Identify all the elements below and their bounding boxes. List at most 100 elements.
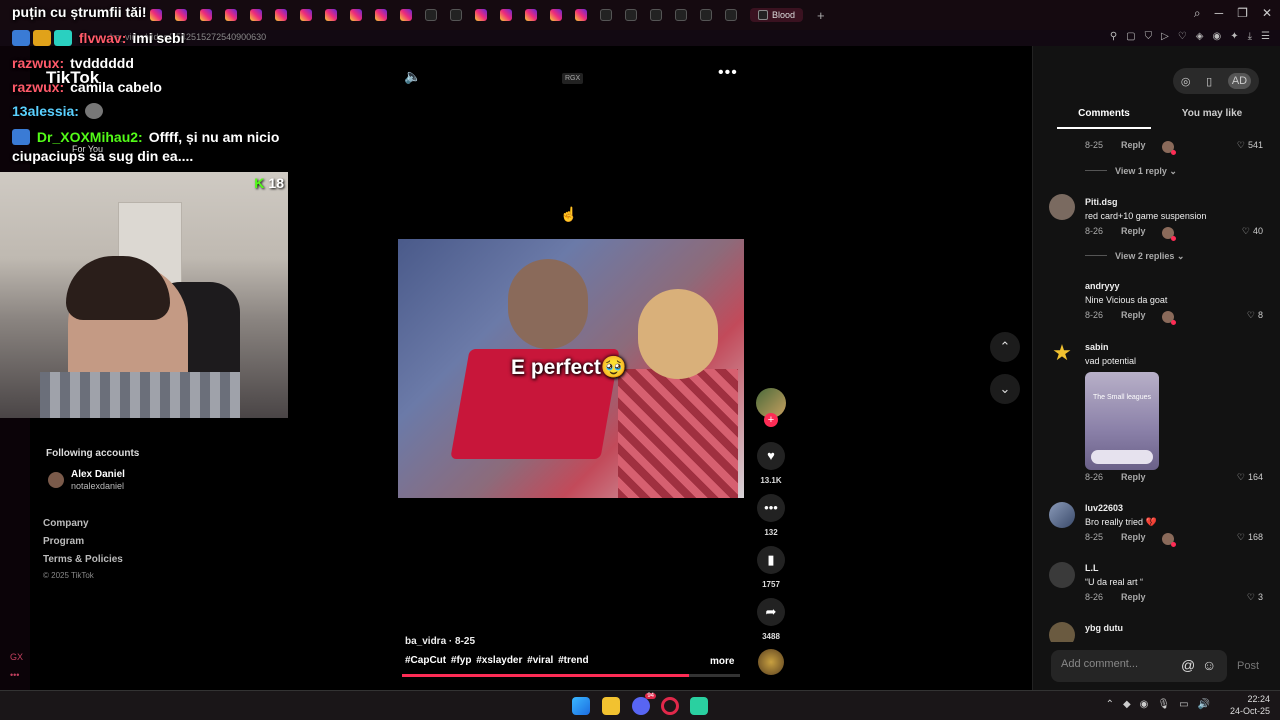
discord-icon[interactable]: 94 [632,693,656,715]
footer-link-program[interactable]: Program [43,536,84,547]
windows-start-icon[interactable] [572,697,590,715]
comment-like-button[interactable]: ♡ 168 [1237,532,1263,543]
comment-like-button[interactable]: ♡ 8 [1247,310,1263,321]
follow-button[interactable]: + [764,413,778,427]
tiktok-tab[interactable] [450,9,462,21]
discord-tray-icon[interactable]: ◉ [1140,699,1149,710]
video-hashtags[interactable]: #CapCut #fyp #xslayder #viral #trend [405,655,589,666]
account-name[interactable]: Alex Daniel [71,469,125,480]
sound-icon[interactable]: 🔈 [404,68,421,85]
reply-button[interactable]: Reply [1121,592,1146,602]
comment-username[interactable]: L.L [1085,563,1099,573]
instagram-tab[interactable] [550,9,562,21]
tray-app-icon[interactable]: ◆ [1123,699,1131,710]
video-progress-bar[interactable] [402,674,740,677]
instagram-tab[interactable] [500,9,512,21]
comment-username[interactable]: Piti.dsg [1085,197,1118,207]
phone-icon[interactable]: ▯ [1206,75,1212,88]
extension-icon[interactable]: ◈ [1196,31,1204,42]
clock-date[interactable]: 24-Oct-25 [1230,706,1270,716]
comment-avatar[interactable] [1049,194,1075,220]
tiktok-tab[interactable] [600,9,612,21]
view-replies-button[interactable]: View 2 replies ⌄ [1085,251,1184,262]
comment-button[interactable]: ••• [757,494,785,522]
active-tab[interactable]: Blood [750,8,804,22]
more-options-icon[interactable]: ••• [718,64,738,82]
account-avatar[interactable] [48,472,64,488]
tiktok-tab[interactable] [425,9,437,21]
account-handle[interactable]: notalexdaniel [71,481,124,491]
heart-icon[interactable]: ♡ [1178,31,1187,42]
instagram-tab[interactable] [300,9,312,21]
footer-link-company[interactable]: Company [43,518,89,529]
reply-button[interactable]: Reply [1121,532,1146,542]
tiktok-tab[interactable] [650,9,662,21]
save-button[interactable]: ▮ [757,546,785,574]
reply-button[interactable]: Reply [1121,472,1146,482]
reply-button[interactable]: Reply [1121,310,1146,320]
video-author-line[interactable]: ba_vidra · 8-25 [405,636,475,647]
comment-username[interactable]: andryyy [1085,281,1120,291]
instagram-tab[interactable] [575,9,587,21]
puzzle-icon[interactable]: ✦ [1230,31,1238,42]
view-replies-button[interactable]: View 1 reply ⌄ [1085,166,1177,177]
tiktok-tab[interactable] [700,9,712,21]
wallet-icon[interactable]: ◉ [1212,31,1221,42]
post-button[interactable]: Post [1237,660,1259,672]
compass-icon[interactable]: ◎ [1181,75,1191,88]
instagram-tab[interactable] [375,9,387,21]
clock-time[interactable]: 22:24 [1247,694,1270,704]
emoji-icon[interactable]: ☺ [1202,657,1216,673]
more-link[interactable]: more [710,656,734,667]
chevron-up-icon[interactable]: ⌃ [990,332,1020,362]
pin-icon[interactable]: ⚲ [1110,31,1117,42]
instagram-tab[interactable] [325,9,337,21]
tiktok-tab[interactable] [675,9,687,21]
file-explorer-icon[interactable] [602,697,620,715]
instagram-tab[interactable] [475,9,487,21]
opera-gx-icon[interactable] [661,697,679,715]
share-button[interactable]: ➦ [757,598,785,626]
comment-like-button[interactable]: ♡ 3 [1247,592,1263,603]
comment-username[interactable]: sabin [1085,342,1109,352]
instagram-tab[interactable] [400,9,412,21]
comment-username[interactable]: ybg dutu [1085,623,1123,633]
microphone-icon[interactable]: 🎙 [1157,699,1170,710]
tiktok-tab[interactable] [725,9,737,21]
close-icon[interactable]: ✕ [1262,6,1272,21]
comment-like-button[interactable]: ♡ 541 [1237,140,1263,151]
network-icon[interactable]: ▭ [1179,699,1188,710]
footer-link-terms[interactable]: Terms & Policies [43,554,123,565]
comment-like-button[interactable]: ♡ 40 [1242,226,1263,237]
comment-avatar[interactable] [1049,562,1075,588]
video-frame[interactable]: E perfect🥹 [398,239,744,498]
download-icon[interactable]: ⤓ [1248,31,1252,42]
like-button[interactable]: ♥ [757,442,785,470]
star-avatar-icon[interactable]: ★ [1049,340,1075,366]
tiktok-tab[interactable] [625,9,637,21]
tab-comments[interactable]: Comments [1057,108,1151,129]
reply-button[interactable]: Reply [1121,226,1146,236]
chevron-up-icon[interactable]: ⌃ [1106,699,1114,710]
add-comment-input[interactable] [1061,658,1171,670]
tab-you-may-like[interactable]: You may like [1165,108,1259,119]
comment-sticker-image[interactable]: The Small leagues [1085,372,1159,470]
comment-avatar[interactable] [1049,622,1075,642]
mention-icon[interactable]: @ [1181,657,1195,673]
reply-button[interactable]: Reply [1121,140,1146,150]
snapshot-icon[interactable]: ▢ [1126,31,1135,42]
instagram-tab[interactable] [350,9,362,21]
app-icon[interactable] [690,697,708,715]
maximize-icon[interactable]: ❐ [1237,6,1248,21]
search-tabs-icon[interactable]: ⌕ [1194,6,1201,21]
instagram-tab[interactable] [525,9,537,21]
music-disc-icon[interactable] [758,649,784,675]
volume-icon[interactable]: 🔊 [1198,699,1210,710]
minimize-icon[interactable]: ─ [1215,6,1224,21]
menu-icon[interactable]: ☰ [1261,31,1270,42]
comment-avatar[interactable] [1049,502,1075,528]
comment-like-button[interactable]: ♡ 164 [1237,472,1263,483]
comment-username[interactable]: luv22603 [1085,503,1123,513]
shield-icon[interactable]: ⛉ [1145,31,1153,42]
play-icon[interactable]: ▷ [1161,31,1169,42]
